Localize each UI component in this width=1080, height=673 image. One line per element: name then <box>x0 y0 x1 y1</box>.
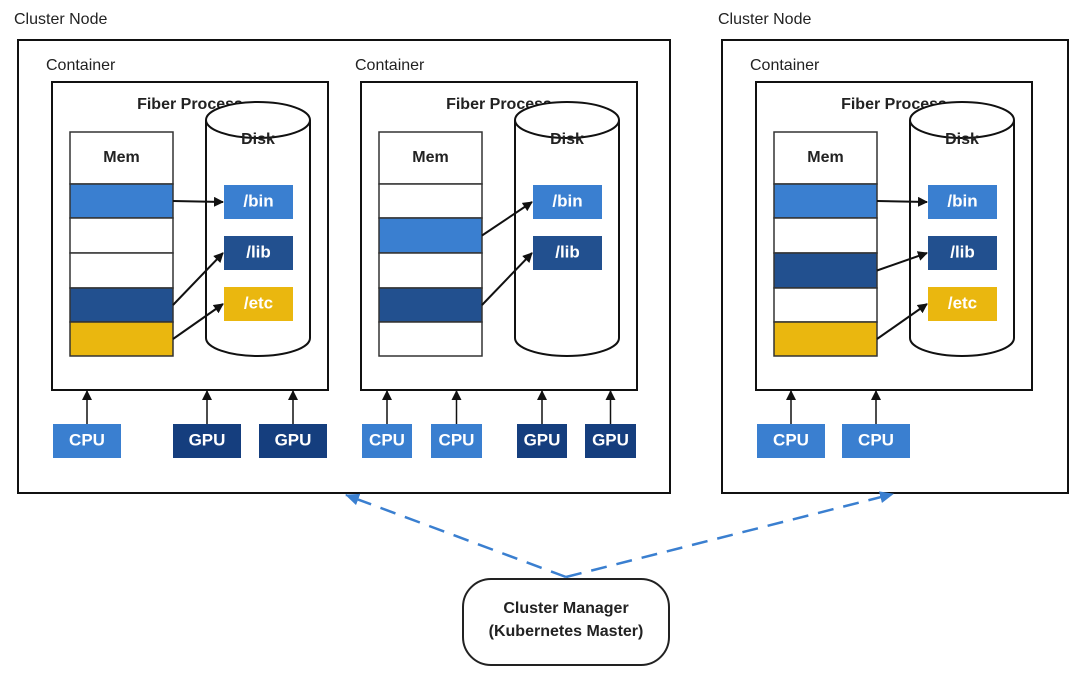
resource-label: GPU <box>524 430 561 449</box>
cluster-architecture-diagram: Cluster NodeContainerFiber ProcessMemDis… <box>14 11 1069 666</box>
memory-mapping-arrow <box>876 196 928 207</box>
disk-label: Disk <box>550 131 584 148</box>
mem-cell <box>69 217 174 254</box>
mem-cell <box>69 287 174 323</box>
cluster-manager-subtitle: (Kubernetes Master) <box>489 623 644 640</box>
disk-directory-label: /etc <box>244 293 273 312</box>
mem-label: Mem <box>103 149 139 166</box>
mem-cell <box>773 252 878 289</box>
mem-label: Mem <box>412 149 448 166</box>
cluster-node-label: Cluster Node <box>718 11 811 28</box>
disk-directory-label: /etc <box>948 293 977 312</box>
resource-label: CPU <box>369 430 405 449</box>
mem-cell <box>773 183 878 219</box>
mem-cell <box>378 287 483 323</box>
disk-directory-label: /lib <box>950 242 975 261</box>
manager-to-node-arrow <box>565 491 894 579</box>
manager-to-node-arrow <box>345 493 567 579</box>
resource-label: CPU <box>439 430 475 449</box>
mem-cell <box>773 287 878 323</box>
cluster-node-label: Cluster Node <box>14 11 107 28</box>
mem-cell <box>69 321 174 357</box>
mem-cell <box>69 252 174 289</box>
memory-mapping-arrow <box>172 196 224 207</box>
disk-label: Disk <box>241 131 275 148</box>
disk-directory-label: /lib <box>246 242 271 261</box>
resource-label: GPU <box>189 430 226 449</box>
mem-cell <box>378 321 483 357</box>
cluster-manager-box <box>462 578 670 666</box>
container-label: Container <box>750 57 820 74</box>
mem-cell <box>378 183 483 219</box>
mem-cell <box>378 217 483 254</box>
mem-cell <box>378 252 483 289</box>
disk-label: Disk <box>945 131 979 148</box>
container-label: Container <box>355 57 425 74</box>
mem-cell <box>773 321 878 357</box>
resource-label: GPU <box>592 430 629 449</box>
resource-label: CPU <box>69 430 105 449</box>
mem-cell <box>69 183 174 219</box>
disk-directory-label: /lib <box>555 242 580 261</box>
cluster-manager-title: Cluster Manager <box>503 600 628 617</box>
resource-label: CPU <box>858 430 894 449</box>
container-label: Container <box>46 57 116 74</box>
resource-label: GPU <box>275 430 312 449</box>
disk-directory-label: /bin <box>947 191 977 210</box>
disk-directory-label: /bin <box>552 191 582 210</box>
mem-label: Mem <box>807 149 843 166</box>
resource-label: CPU <box>773 430 809 449</box>
disk-directory-label: /bin <box>243 191 273 210</box>
mem-cell <box>773 217 878 254</box>
